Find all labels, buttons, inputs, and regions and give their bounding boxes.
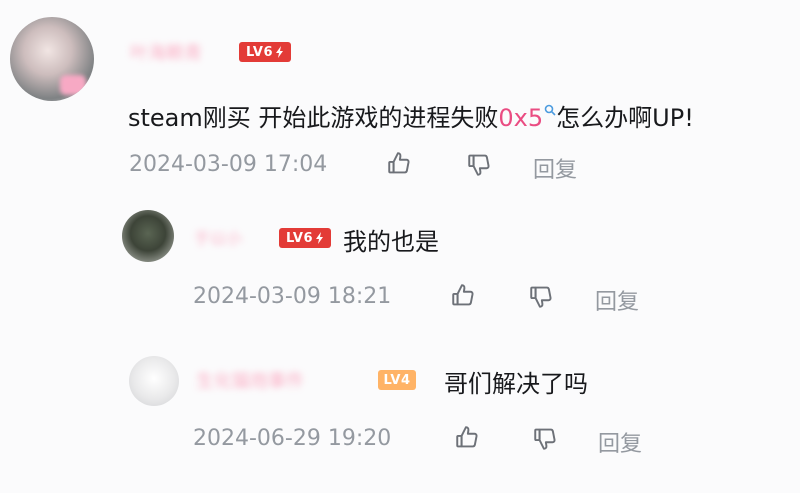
username[interactable]: 于以小	[194, 225, 242, 249]
avatar[interactable]	[129, 356, 179, 406]
like-icon[interactable]	[386, 150, 412, 176]
lightning-icon	[316, 232, 324, 244]
level-label: LV6	[245, 44, 274, 60]
dislike-icon[interactable]	[528, 284, 554, 310]
avatar-pendant	[60, 75, 86, 95]
level-badge: LV6	[239, 42, 291, 62]
comment-text: steam刚买 开始此游戏的进程失败0x5 怎么办啊UP!	[128, 98, 694, 133]
comment-text-tail: 怎么办啊UP!	[556, 104, 694, 132]
reply-button[interactable]: 回复	[533, 152, 577, 184]
reply-text: 哥们解决了吗	[444, 370, 588, 398]
username[interactable]: 叶海赖青	[130, 39, 202, 65]
search-keyword-link[interactable]: 0x5	[498, 104, 543, 132]
like-icon[interactable]	[454, 424, 480, 450]
reply-text: 我的也是	[343, 228, 439, 256]
reply-button[interactable]: 回复	[598, 426, 642, 458]
comment-time: 2024-03-09 17:04	[129, 152, 328, 177]
lightning-icon	[276, 46, 284, 58]
level-label: LV4	[383, 372, 411, 388]
username[interactable]: 生化猫炮事件	[196, 367, 304, 393]
reply-button[interactable]: 回复	[595, 284, 639, 316]
level-badge: LV6	[279, 228, 331, 248]
like-icon[interactable]	[450, 282, 476, 308]
search-icon[interactable]	[544, 104, 556, 116]
avatar[interactable]	[10, 17, 94, 101]
dislike-icon[interactable]	[532, 426, 558, 452]
reply-time: 2024-03-09 18:21	[193, 284, 392, 309]
avatar[interactable]	[122, 210, 174, 262]
dislike-icon[interactable]	[466, 152, 492, 178]
reply-time: 2024-06-29 19:20	[193, 426, 392, 451]
comment-text-main: steam刚买 开始此游戏的进程失败	[128, 104, 499, 132]
level-label: LV6	[285, 230, 314, 246]
level-badge: LV4	[378, 370, 416, 390]
